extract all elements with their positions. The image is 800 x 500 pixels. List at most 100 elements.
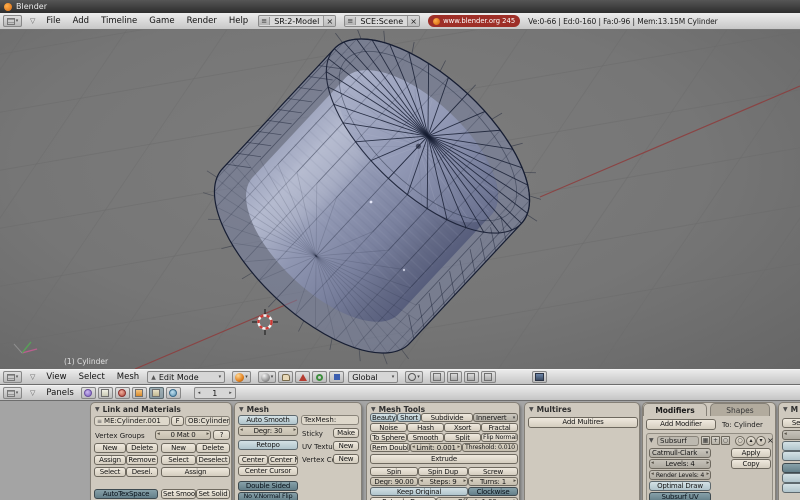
tab-modifiers[interactable]: Modifiers [643, 403, 707, 416]
auto-smooth-degrees[interactable]: ◂Degr: 30▸ [238, 426, 298, 436]
render-levels-field[interactable]: ◂Render Levels: 4▸ [649, 470, 711, 480]
material-counter[interactable]: ◂0 Mat 0▸ [155, 430, 211, 440]
clipped-toggle-5[interactable] [782, 483, 800, 493]
buttons-window-type-button[interactable]: ▾ [3, 387, 22, 399]
header-collapse-icon[interactable]: ▽ [30, 17, 35, 25]
increment-icon[interactable]: ▸ [705, 472, 710, 478]
threshold-field[interactable]: Threshold: 0.010 [462, 443, 518, 452]
panel-header-link-materials[interactable]: ▼Link and Materials [95, 405, 181, 414]
mesh-datablock-field[interactable]: ≡ME:Cylinder.001 [94, 416, 170, 426]
add-multires-button[interactable]: Add Multires [528, 417, 638, 428]
modifier-realtime-toggle-icon[interactable]: + [711, 436, 720, 445]
scene-browse-icon[interactable]: ≡ [345, 17, 356, 25]
render-preview-button[interactable] [532, 371, 547, 383]
modifier-render-toggle-icon[interactable]: ▦ [701, 436, 710, 445]
clipped-select-button[interactable]: Sele [782, 418, 800, 428]
context-object-button[interactable] [132, 387, 147, 399]
sticky-make-button[interactable]: Make [333, 428, 359, 438]
material-new-button[interactable]: New [161, 443, 196, 453]
fractal-button[interactable]: Fractal [481, 423, 518, 432]
spin-button[interactable]: Spin [370, 467, 418, 476]
clipped-toggle-4[interactable] [782, 473, 800, 483]
panel-header-mesh[interactable]: ▼Mesh [239, 405, 269, 414]
context-script-button[interactable] [98, 387, 113, 399]
scale-manipulator-button[interactable] [329, 371, 344, 383]
modifier-editmode-toggle-icon[interactable]: ○ [721, 436, 730, 445]
datablock-browse-icon[interactable]: ≡ [97, 418, 102, 425]
clipped-number-field[interactable]: ◂ [782, 430, 800, 440]
auto-smooth-toggle[interactable]: Auto Smooth [238, 415, 298, 425]
face-select-mode-button[interactable] [481, 371, 496, 383]
panel-header-multires[interactable]: ▼Multires [529, 405, 571, 414]
spin-degrees-field[interactable]: Degr: 90.00 [370, 477, 418, 486]
material-select-button[interactable]: Select [161, 455, 196, 465]
decrement-icon[interactable]: ◂ [783, 432, 788, 438]
spin-turns-field[interactable]: ◂Turns: 1▸ [468, 477, 518, 486]
to-sphere-button[interactable]: To Sphere [370, 433, 407, 442]
manipulator-toggle-button[interactable] [278, 371, 293, 383]
orientation-select[interactable]: Global ▾ [348, 371, 398, 383]
texmesh-field[interactable]: TexMesh: [301, 415, 359, 425]
hash-button[interactable]: Hash [407, 423, 444, 432]
set-smooth-button[interactable]: Set Smooth [161, 489, 196, 499]
increment-icon[interactable]: ▸ [456, 445, 461, 451]
modifier-name-field[interactable]: Subsurf [657, 436, 699, 446]
menu-help[interactable]: Help [223, 16, 254, 26]
levels-field[interactable]: ◂Levels: 4▸ [649, 459, 711, 469]
modifier-collapse-icon[interactable]: ▼ [649, 437, 654, 444]
modifier-delete-icon[interactable]: × [767, 436, 774, 445]
proportional-edit-button[interactable]: ▾ [405, 371, 423, 383]
scene-name[interactable]: SCE:Scene [356, 17, 407, 26]
menu-file[interactable]: File [40, 16, 66, 26]
rem-doubles-button[interactable]: Rem Doubl [370, 443, 410, 452]
modifier-move-down-icon[interactable]: ▾ [756, 436, 766, 446]
modifier-oncage-icon[interactable]: ○ [735, 436, 745, 446]
material-deselect-button[interactable]: Deselect [196, 455, 230, 465]
context-logic-button[interactable] [81, 387, 96, 399]
clipped-toggle-2[interactable] [782, 451, 800, 461]
optimal-draw-toggle[interactable]: Optimal Draw [649, 481, 711, 491]
noise-button[interactable]: Noise [370, 423, 407, 432]
split-button[interactable]: Split [444, 433, 481, 442]
edge-select-mode-button[interactable] [464, 371, 479, 383]
vertex-color-new-button[interactable]: New [333, 454, 359, 464]
decrement-icon[interactable]: ◂ [198, 390, 201, 396]
clipped-toggle-3[interactable] [782, 463, 800, 473]
vertex-select-mode-button[interactable] [447, 371, 462, 383]
material-assign-button[interactable]: Assign [161, 467, 230, 477]
menu-add[interactable]: Add [67, 16, 95, 26]
vgroup-select-button[interactable]: Select [94, 467, 126, 477]
screen-browse-icon[interactable]: ≡ [259, 17, 270, 25]
window-type-button[interactable]: ▾ [3, 15, 22, 27]
viewport-canvas[interactable] [0, 30, 800, 369]
spin-dup-button[interactable]: Spin Dup [418, 467, 468, 476]
menu-view[interactable]: View [40, 372, 72, 382]
innervert-select[interactable]: Innervert▾ [473, 413, 518, 422]
menu-select[interactable]: Select [73, 372, 111, 382]
subsurf-uv-toggle[interactable]: Subsurf UV [649, 492, 711, 500]
buttons-collapse-icon[interactable]: ▽ [30, 389, 35, 397]
increment-icon[interactable]: ▸ [229, 390, 232, 396]
scene-selector[interactable]: ≡ SCE:Scene × [344, 15, 420, 27]
screen-name[interactable]: SR:2-Model [270, 17, 323, 26]
copy-modifier-button[interactable]: Copy [731, 459, 771, 469]
material-help-button[interactable]: ? [213, 430, 230, 440]
double-sided-toggle[interactable]: Double Sided [238, 481, 298, 491]
center-new-button[interactable]: Center New [268, 455, 298, 465]
set-solid-button[interactable]: Set Solid [196, 489, 230, 499]
context-shading-button[interactable] [115, 387, 130, 399]
scene-close-icon[interactable]: × [407, 16, 419, 27]
menu-timeline[interactable]: Timeline [95, 16, 143, 26]
translate-manipulator-button[interactable] [295, 371, 310, 383]
object-name-field[interactable]: OB:Cylinder [185, 416, 230, 426]
viewport-3d[interactable]: (1) Cylinder [0, 30, 800, 369]
menu-game[interactable]: Game [143, 16, 180, 26]
increment-icon[interactable]: ▸ [705, 461, 710, 467]
no-vnormal-flip-toggle[interactable]: No V.Normal Flip [238, 492, 298, 500]
panel-header-clipped[interactable]: ▼M [783, 405, 798, 414]
vgroup-remove-button[interactable]: Remove [126, 455, 158, 465]
menu-render[interactable]: Render [181, 16, 223, 26]
pivot-point-button[interactable]: ▾ [258, 371, 277, 383]
limit-field[interactable]: ◂Limit: 0.001▸ [410, 443, 462, 452]
subsurf-type-select[interactable]: Catmull-Clark▾ [649, 448, 711, 458]
